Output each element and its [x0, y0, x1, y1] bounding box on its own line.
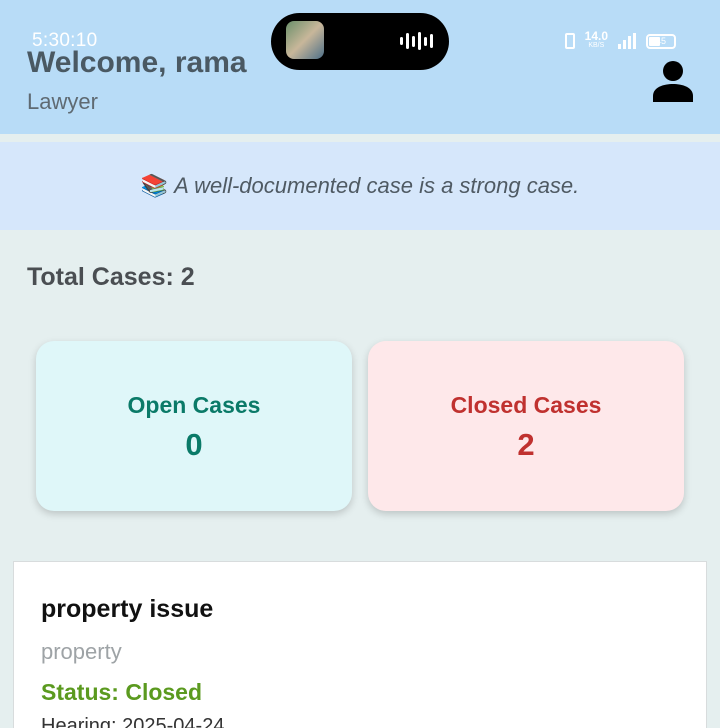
books-icon: 📚: [140, 173, 169, 198]
closed-cases-count: 2: [517, 427, 535, 462]
welcome-text: Welcome, rama: [27, 46, 247, 79]
vibrate-icon: [564, 33, 575, 49]
user-role: Lawyer: [27, 89, 98, 114]
case-title: property issue: [41, 595, 214, 623]
closed-cases-label: Closed Cases: [450, 392, 602, 418]
dynamic-island[interactable]: [271, 13, 449, 70]
signal-icon: [618, 33, 636, 49]
status-icons: 14.0 KB/S 45: [564, 29, 676, 50]
case-card[interactable]: property issue property Status: Closed H…: [13, 561, 707, 728]
case-category: property: [41, 639, 122, 664]
open-cases-card[interactable]: Open Cases 0: [36, 341, 352, 511]
quote-banner: 📚 A well-documented case is a strong cas…: [0, 142, 720, 230]
case-hearing: Hearing: 2025-04-24: [41, 715, 225, 728]
media-thumbnail: [286, 21, 324, 59]
network-speed: 14.0 KB/S: [584, 29, 608, 49]
case-status: Status: Closed: [41, 679, 203, 705]
app-header: 5:30:10 14.0 KB/S 45 Welcome, rama Lawye…: [0, 0, 720, 134]
total-cases: Total Cases: 2: [27, 263, 195, 291]
open-cases-label: Open Cases: [127, 392, 261, 418]
closed-cases-card[interactable]: Closed Cases 2: [368, 341, 684, 511]
battery-icon: 45: [646, 33, 676, 49]
open-cases-count: 0: [185, 427, 203, 462]
person-icon[interactable]: [652, 60, 694, 102]
audio-wave-icon: [400, 31, 433, 51]
quote-text: A well-documented case is a strong case.: [174, 173, 580, 198]
